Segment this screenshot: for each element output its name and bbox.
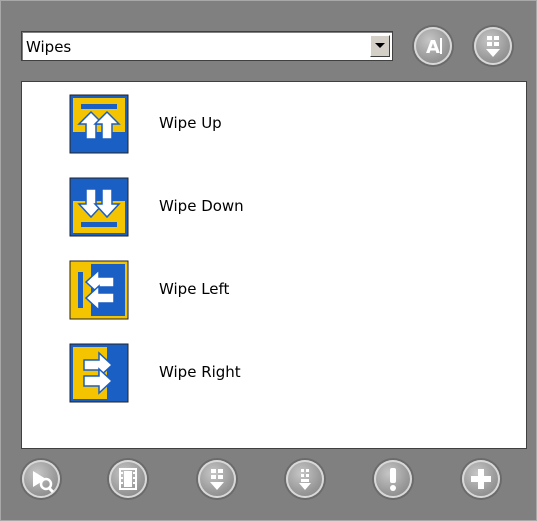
alert-button[interactable] <box>374 460 412 498</box>
list-item-label: Wipe Left <box>159 280 230 298</box>
download-button[interactable] <box>286 460 324 498</box>
add-icon <box>471 469 491 489</box>
dropdown-arrow-button[interactable] <box>370 35 390 57</box>
category-dropdown[interactable]: Wipes <box>21 31 393 61</box>
transitions-panel: Wipes A Wipe Up Wipe Down Wipe Left Wipe… <box>0 0 537 521</box>
wipe-up-icon <box>69 94 129 154</box>
move-down-button-top[interactable] <box>474 27 512 65</box>
list-item-wipe-right[interactable]: Wipe Right <box>22 343 526 407</box>
wipe-left-icon <box>69 260 129 320</box>
move-down-icon <box>486 36 500 57</box>
category-dropdown-value: Wipes <box>26 38 72 56</box>
preview-icon <box>33 471 55 494</box>
alert-icon <box>390 468 396 491</box>
list-item-label: Wipe Up <box>159 114 222 132</box>
download-icon <box>299 469 311 490</box>
film-icon <box>119 468 137 490</box>
transition-list: Wipe Up Wipe Down Wipe Left Wipe Right <box>21 81 527 449</box>
preview-button[interactable] <box>22 460 60 498</box>
svg-text:A: A <box>426 37 440 58</box>
chevron-down-icon <box>375 43 385 48</box>
film-button[interactable] <box>109 460 147 498</box>
text-a-icon: A <box>426 37 442 58</box>
list-item-wipe-up[interactable]: Wipe Up <box>22 94 526 158</box>
add-button[interactable] <box>462 460 500 498</box>
wipe-right-icon <box>69 343 129 403</box>
text-a-button[interactable]: A <box>414 27 452 65</box>
list-item-wipe-down[interactable]: Wipe Down <box>22 177 526 241</box>
list-item-wipe-left[interactable]: Wipe Left <box>22 260 526 324</box>
list-item-label: Wipe Down <box>159 197 244 215</box>
move-down-button[interactable] <box>198 460 236 498</box>
wipe-down-icon <box>69 177 129 237</box>
move-down-icon <box>210 469 224 490</box>
list-item-label: Wipe Right <box>159 363 241 381</box>
